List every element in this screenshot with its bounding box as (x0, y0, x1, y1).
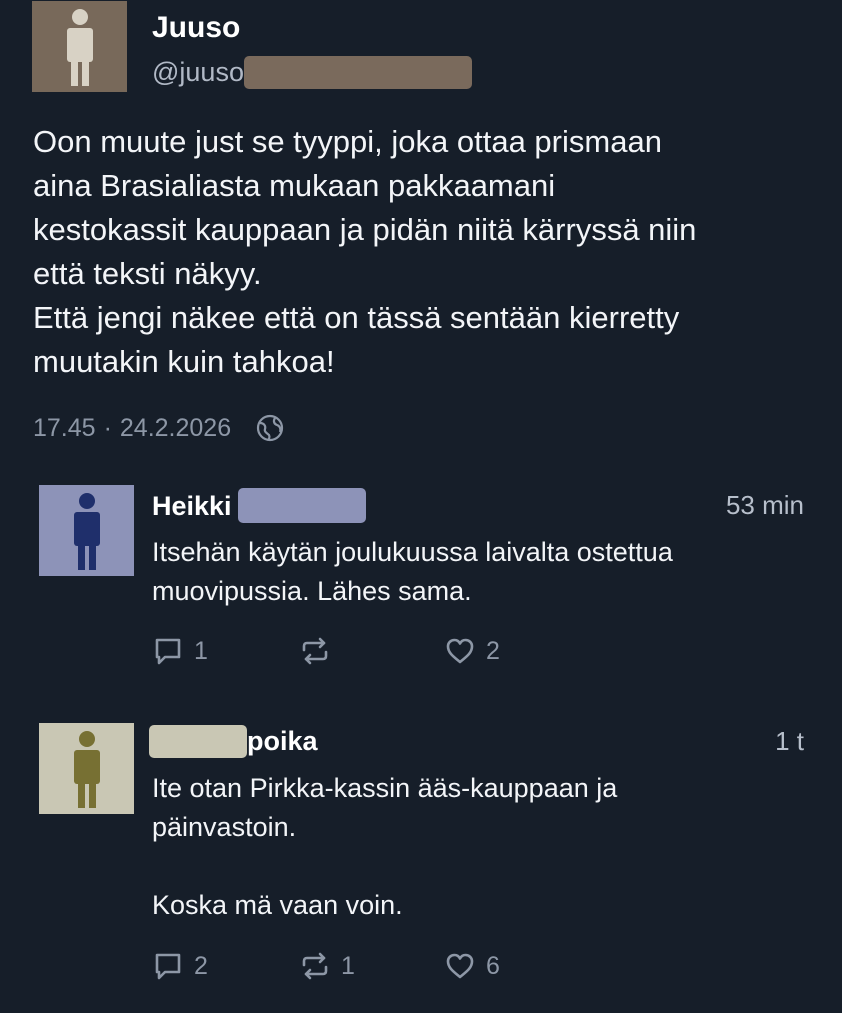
post-date: 24.2.2026 (119, 414, 232, 442)
globe-icon[interactable] (255, 413, 285, 443)
repost-count: 1 (341, 951, 355, 980)
post-text-line: kestokassit kauppaan ja pidän niitä kärr… (33, 212, 697, 247)
post-time: 17.45 (33, 414, 96, 442)
reply-text-line: päinvastoin. (152, 812, 297, 842)
like-count: 6 (486, 951, 500, 980)
post-text-line: että teksti näkyy. (33, 256, 262, 291)
reply-author-name-text: poika (247, 726, 318, 756)
author-handle-row: @juuso (152, 55, 472, 89)
post-text: Oon muute just se tyyppi, joka ottaa pri… (33, 120, 823, 384)
redacted-handle-block (243, 55, 472, 89)
reply-avatar[interactable] (39, 723, 134, 814)
like-button[interactable]: 6 (444, 950, 500, 982)
reply-time: 1 t (775, 726, 804, 756)
repost-button[interactable]: 1 (299, 950, 355, 982)
reply-author-name-text: Heikki (152, 490, 232, 521)
reply-author-name[interactable]: poika (149, 724, 318, 758)
author-avatar[interactable] (32, 1, 127, 92)
reply-text-line (152, 847, 812, 886)
redacted-name-block (149, 724, 247, 758)
person-icon (66, 8, 93, 86)
comment-icon (155, 638, 181, 665)
like-count: 2 (486, 636, 500, 665)
reply-text: Itsehän käytän joulukuussa laivalta oste… (152, 533, 812, 611)
reply-count: 2 (194, 951, 208, 980)
comment-icon (155, 953, 181, 980)
heart-icon (446, 953, 474, 979)
post-timestamp-row: 17.45 · 24.2.2026 (33, 410, 285, 446)
post-text-line: Että jengi näkee että on tässä sentään k… (33, 300, 680, 335)
reply-button[interactable]: 1 (152, 635, 208, 667)
meta-separator: · (103, 414, 112, 442)
reply-count: 1 (194, 636, 208, 665)
reply-text-line: muovipussia. Lähes sama. (152, 576, 472, 606)
heart-icon (446, 638, 474, 664)
reply-text-line: Itsehän käytän joulukuussa laivalta oste… (152, 537, 673, 567)
reply-avatar[interactable] (39, 485, 134, 576)
repost-icon (302, 952, 328, 980)
author-handle: @juuso (152, 57, 244, 87)
author-name[interactable]: Juuso (152, 10, 240, 46)
post-text-line: aina Brasialiasta mukaan pakkaamani (33, 168, 556, 203)
reply-text-line: Ite otan Pirkka-kassin ääs-kauppaan ja (152, 773, 618, 803)
post-text-line: muutakin kuin tahkoa! (33, 344, 335, 379)
reply-text: Ite otan Pirkka-kassin ääs-kauppaan ja p… (152, 769, 812, 925)
reply-time: 53 min (725, 490, 804, 520)
person-icon (73, 730, 100, 808)
repost-icon (302, 637, 328, 665)
like-button[interactable]: 2 (444, 635, 500, 667)
reply-text-line: Koska mä vaan voin. (152, 890, 403, 920)
person-icon (73, 492, 100, 570)
reply-actions: 1 2 (152, 635, 552, 669)
redacted-name-block (237, 488, 366, 523)
repost-button[interactable] (299, 635, 341, 667)
reply-author-name[interactable]: Heikki (152, 488, 366, 523)
post-text-line: Oon muute just se tyyppi, joka ottaa pri… (33, 124, 662, 159)
reply-button[interactable]: 2 (152, 950, 208, 982)
reply-actions: 2 1 6 (152, 950, 552, 984)
